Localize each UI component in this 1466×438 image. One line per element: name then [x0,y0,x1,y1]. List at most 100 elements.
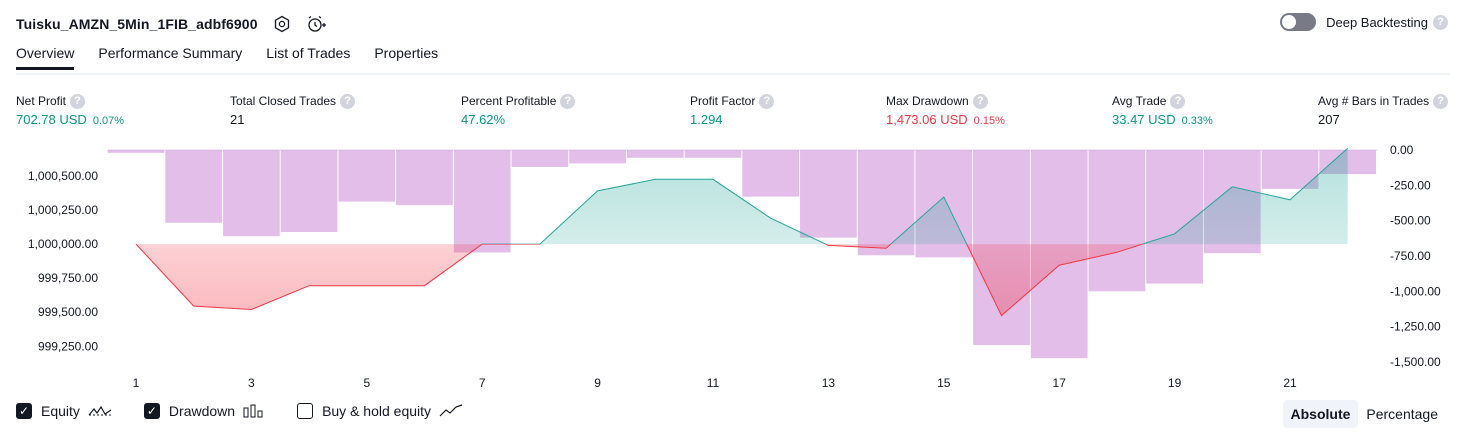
right-axis-tick: 0.00 [1390,143,1414,157]
drawdown-bar [742,150,800,197]
drawdown-bar [511,150,569,167]
buy-hold-line-icon [439,404,463,418]
left-axis-tick: 999,250.00 [38,339,98,353]
info-icon[interactable]: ? [70,93,86,109]
equity-checkbox[interactable]: ✓ [16,403,32,419]
drawdown-bar [453,150,511,253]
x-axis-tick: 15 [937,376,951,390]
metric-label: Total Closed Trades [230,94,337,108]
tab-divider [16,73,1450,75]
info-icon[interactable]: ? [759,93,775,109]
metric-avg-trade: Avg Trade? 33.47 USD 0.33% [1112,93,1213,127]
metric-profit-factor: Profit Factor? 1.294 [690,93,775,127]
drawdown-bar [800,150,857,238]
equity-line-icon [88,404,112,418]
info-icon[interactable]: ? [560,93,576,109]
left-axis-tick: 1,000,250.00 [28,203,98,217]
metric-value: 47.62% [461,112,506,127]
tab-properties[interactable]: Properties [374,45,438,70]
drawdown-bar [684,150,742,158]
drawdown-bar [280,150,338,232]
drawdown-bar [1088,150,1146,292]
settings-icon[interactable] [272,14,292,34]
legend-buy-hold-equity[interactable]: Buy & hold equity [297,403,463,419]
metric-label: Percent Profitable [461,94,557,108]
right-axis-tick: -1,250.00 [1390,320,1441,334]
legend-drawdown[interactable]: ✓ Drawdown [143,403,265,419]
add-alert-icon[interactable] [306,14,326,34]
checkmark-icon: ✓ [146,404,157,418]
drawdown-bar [396,150,453,206]
drawdown-bar [569,150,626,164]
info-icon[interactable]: ? [972,93,988,109]
metric-percent: 0.15% [973,115,1005,127]
x-axis-tick: 11 [707,376,720,390]
right-axis-tick: -1,000.00 [1390,284,1441,298]
buy-hold-checkbox[interactable] [297,403,314,419]
left-axis-tick: 999,500.00 [38,305,98,319]
drawdown-bar [338,150,396,202]
metric-net-profit: Net Profit? 702.78 USD 0.07% [16,93,124,127]
drawdown-checkbox[interactable]: ✓ [143,403,160,419]
deep-backtesting-label: Deep Backtesting [1326,14,1428,30]
tab-list-of-trades[interactable]: List of Trades [266,45,350,70]
drawdown-bar [223,150,280,237]
info-icon[interactable]: ? [1433,93,1449,109]
metric-value: 207 [1318,112,1340,127]
metric-value: 702.78 USD [16,112,87,127]
metric-max-drawdown: Max Drawdown? 1,473.06 USD 0.15% [886,93,1005,127]
legend-equity[interactable]: ✓ Equity [16,403,112,419]
x-axis-tick: 19 [1168,376,1182,390]
x-axis-tick: 3 [248,376,255,390]
deep-backtesting-toggle[interactable] [1280,13,1317,31]
metric-percent-profitable: Percent Profitable? 47.62% [461,93,576,127]
metric-value: 33.47 USD [1112,112,1176,127]
x-axis-tick: 5 [363,376,370,390]
x-axis-tick: 13 [822,376,836,390]
tab-overview[interactable]: Overview [16,45,75,70]
tab-bar: Overview Performance Summary List of Tra… [16,45,462,70]
x-axis-tick: 17 [1053,376,1067,390]
left-axis-tick: 1,000,000.00 [28,237,98,251]
x-axis-tick: 1 [133,376,140,390]
strategy-title: Tuisku_AMZN_5Min_1FIB_adbf6900 [16,16,258,32]
deep-backtesting: Deep Backtesting ? [1280,13,1448,31]
metric-label: Profit Factor [690,94,756,108]
legend-label: Buy & hold equity [322,403,432,419]
tab-performance-summary[interactable]: Performance Summary [98,45,242,70]
info-icon[interactable]: ? [1170,93,1186,109]
metric-total-closed-trades: Total Closed Trades? 21 [230,93,356,127]
x-axis-tick: 7 [479,376,486,390]
legend-label: Equity [41,403,80,419]
metric-value: 21 [230,112,245,127]
checkmark-icon: ✓ [18,404,30,418]
metric-label: Avg # Bars in Trades [1318,94,1430,108]
metric-avg-bars-in-trades: Avg # Bars in Trades? 207 [1318,93,1449,127]
drawdown-bar [626,150,684,158]
metric-label: Avg Trade [1112,94,1167,108]
metric-value: 1.294 [690,112,723,127]
left-axis-tick: 999,750.00 [38,271,98,285]
drawdown-bar [165,150,223,223]
help-icon[interactable]: ? [1433,14,1448,30]
percentage-button[interactable]: Percentage [1358,400,1446,428]
info-icon[interactable]: ? [340,93,356,109]
metric-percent: 0.33% [1181,115,1213,127]
legend-label: Drawdown [168,403,236,419]
metric-label: Max Drawdown [886,94,969,108]
right-axis-tick: -250.00 [1390,178,1431,192]
right-axis-tick: -750.00 [1390,249,1431,263]
equity-drawdown-chart: 1,000,500.00 1,000,250.00 1,000,000.00 999,… [28,143,1441,390]
view-mode-switch: Absolute Percentage [1282,400,1447,428]
metric-value: 1,473.06 USD [886,112,968,127]
right-axis-tick: -500.00 [1390,214,1431,228]
strategy-header: Tuisku_AMZN_5Min_1FIB_adbf6900 [16,12,326,36]
right-axis-tick: -1,500.00 [1390,355,1441,369]
chart-legend: ✓ Equity ✓ Drawdown Buy & hold equity [16,403,495,419]
left-axis-tick: 1,000,500.00 [28,169,98,183]
absolute-button[interactable]: Absolute [1282,400,1359,428]
x-axis-tick: 9 [594,376,601,390]
metric-label: Net Profit [16,94,67,108]
drawdown-bar [107,150,165,153]
metric-percent: 0.07% [92,115,125,127]
